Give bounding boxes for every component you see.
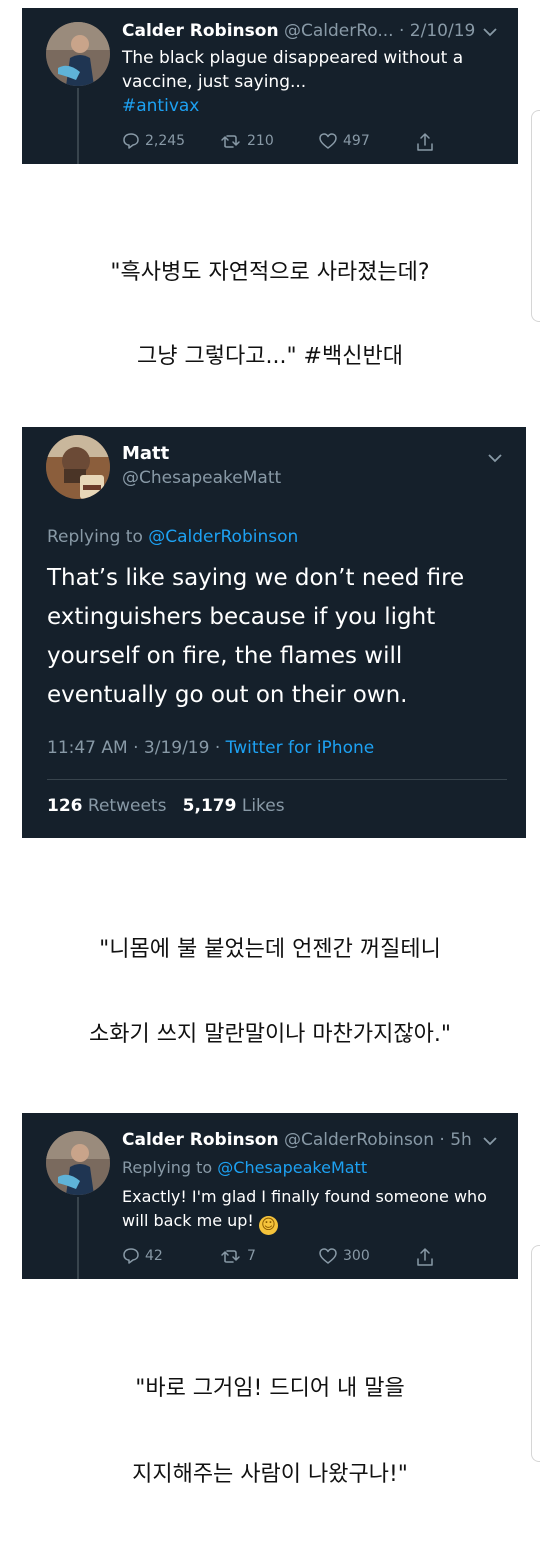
avatar-photo-icon xyxy=(46,22,110,86)
source-link[interactable]: Twitter for iPhone xyxy=(226,738,375,758)
reply-icon xyxy=(123,133,139,149)
retweet-count: 210 xyxy=(247,133,274,149)
retweet-icon xyxy=(221,135,240,148)
share-icon xyxy=(417,133,433,151)
timestamp[interactable]: 2/10/19 xyxy=(410,21,476,41)
tweet-body: Exactly! I'm glad I finally found someon… xyxy=(122,1185,492,1235)
separator-dot: · xyxy=(439,1130,445,1150)
retweet-icon xyxy=(221,1250,240,1263)
replying-to: Replying to @CalderRobinson xyxy=(47,526,298,548)
separator-dot: · xyxy=(398,21,405,41)
caption-line: "바로 그거임! 드디어 내 말을 xyxy=(135,1376,405,1401)
share-icon xyxy=(417,1248,433,1266)
retweet-count: 7 xyxy=(247,1248,256,1264)
display-name[interactable]: Calder Robinson xyxy=(122,21,279,41)
heart-icon xyxy=(319,133,337,149)
chevron-down-icon[interactable] xyxy=(482,1136,498,1146)
tweet-header: Calder Robinson @CalderRo... · 2/10/19 xyxy=(122,20,475,42)
avatar[interactable] xyxy=(46,435,110,499)
hashtag-link[interactable]: #antivax xyxy=(122,96,199,116)
reply-button[interactable]: 2,245 xyxy=(122,132,185,150)
heart-icon xyxy=(319,1248,337,1264)
scroll-indicator[interactable] xyxy=(531,1245,540,1462)
avatar-photo-icon xyxy=(46,435,110,499)
tweet-card-2: Matt @ChesapeakeMatt Replying to @Calder… xyxy=(22,427,526,838)
likes-stat[interactable]: 5,179 Likes xyxy=(183,796,285,816)
chevron-down-icon[interactable] xyxy=(482,27,498,37)
tweet-text: The black plague disappeared without a v… xyxy=(122,48,464,92)
mention-link[interactable]: @CalderRobinson xyxy=(148,527,298,547)
timestamp[interactable]: 11:47 AM · 3/19/19 · xyxy=(47,738,220,758)
reply-count: 2,245 xyxy=(145,133,186,149)
likes-label: Likes xyxy=(241,796,285,816)
caption-line: 지지해주는 사람이 나왔구나!" xyxy=(132,1462,408,1487)
replying-to: Replying to @ChesapeakeMatt xyxy=(122,1157,367,1179)
reply-count: 42 xyxy=(145,1248,163,1264)
engagement-stats: 126 Retweets 5,179 Likes xyxy=(47,796,285,816)
smiling-face-emoji: ☺ xyxy=(258,1216,278,1235)
username[interactable]: @CalderRobinson xyxy=(284,1130,434,1150)
thread-line xyxy=(77,88,79,164)
replying-to-label: Replying to xyxy=(122,1158,213,1177)
avatar[interactable] xyxy=(46,22,110,86)
scroll-indicator[interactable] xyxy=(531,110,540,322)
retweets-stat[interactable]: 126 Retweets xyxy=(47,796,166,816)
like-button[interactable]: 300 xyxy=(318,1247,370,1265)
username[interactable]: @CalderRo... xyxy=(284,21,394,41)
caption-line: "니몸에 불 붙었는데 언젠간 꺼질테니 xyxy=(99,937,441,962)
retweets-label: Retweets xyxy=(87,796,167,816)
like-count: 300 xyxy=(343,1248,370,1264)
avatar[interactable] xyxy=(46,1131,110,1195)
action-bar: 42 7 300 xyxy=(122,1247,502,1267)
tweet-card-3: Calder Robinson @CalderRobinson · 5h Rep… xyxy=(22,1113,518,1279)
replying-to-label: Replying to xyxy=(47,527,143,547)
caption-line: 그냥 그렇다고..." #백신반대 xyxy=(137,344,403,369)
mention-link[interactable]: @ChesapeakeMatt xyxy=(217,1158,367,1177)
timestamp[interactable]: 5h xyxy=(450,1130,472,1150)
retweet-button[interactable]: 210 xyxy=(220,132,274,150)
tweet-text: That’s like saying we don’t need fire ex… xyxy=(47,565,465,708)
reply-button[interactable]: 42 xyxy=(122,1247,163,1265)
chevron-down-icon[interactable] xyxy=(487,453,503,463)
display-name[interactable]: Calder Robinson xyxy=(122,1130,279,1150)
author-name[interactable]: Matt xyxy=(122,443,169,465)
reply-icon xyxy=(123,1248,139,1264)
username[interactable]: @ChesapeakeMatt xyxy=(122,467,281,489)
retweet-button[interactable]: 7 xyxy=(220,1247,256,1265)
share-button[interactable] xyxy=(416,1247,434,1267)
action-bar: 2,245 210 497 xyxy=(122,132,502,152)
like-count: 497 xyxy=(343,133,370,149)
caption-line: "흑사병도 자연적으로 사라졌는데? xyxy=(110,260,430,285)
like-button[interactable]: 497 xyxy=(318,132,370,150)
divider xyxy=(47,779,507,780)
likes-count: 5,179 xyxy=(182,796,237,816)
tweet-card-1: Calder Robinson @CalderRo... · 2/10/19 T… xyxy=(22,8,518,164)
retweets-count: 126 xyxy=(47,796,83,816)
tweet-header: Calder Robinson @CalderRobinson · 5h xyxy=(122,1129,472,1151)
share-button[interactable] xyxy=(416,132,434,152)
tweet-text: Exactly! I'm glad I finally found someon… xyxy=(122,1187,487,1230)
avatar-photo-icon xyxy=(46,1131,110,1195)
tweet-body: The black plague disappeared without a v… xyxy=(122,46,502,118)
caption-line: 소화기 쓰지 말란말이나 마찬가지잖아." xyxy=(89,1022,451,1047)
thread-line xyxy=(77,1197,79,1279)
tweet-meta: 11:47 AM · 3/19/19 · Twitter for iPhone xyxy=(47,737,374,759)
